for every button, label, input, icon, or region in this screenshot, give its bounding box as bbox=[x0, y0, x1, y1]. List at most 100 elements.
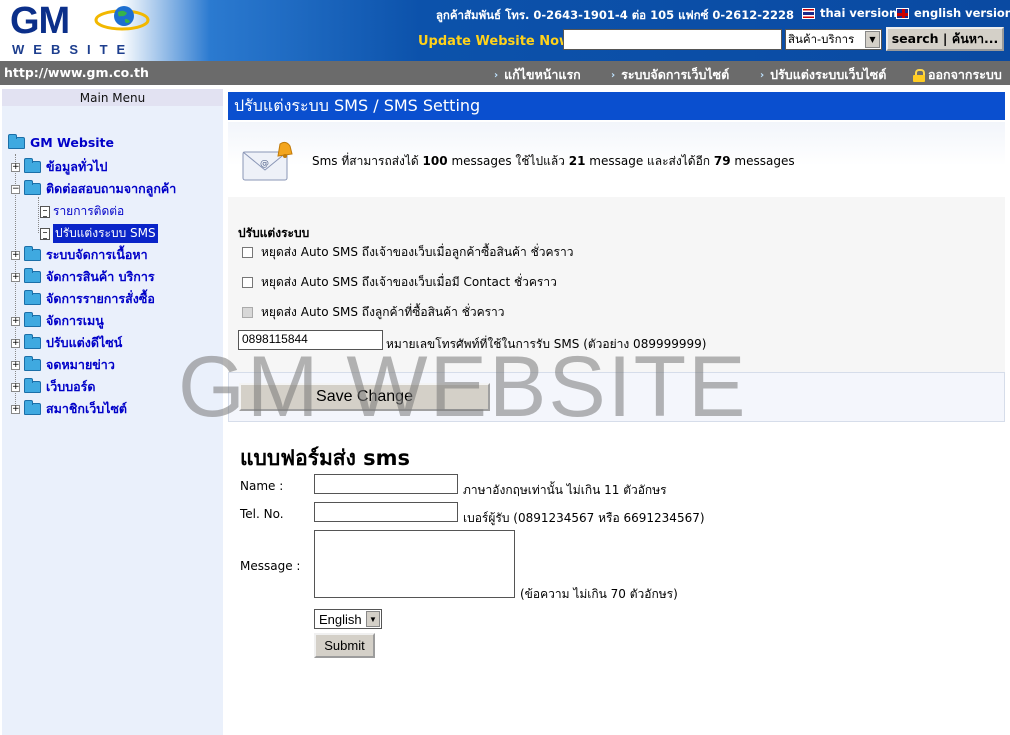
chevron-down-icon: ▼ bbox=[366, 611, 380, 627]
page-icon bbox=[40, 227, 50, 240]
nav-link-label: ระบบจัดการเว็บไซต์ bbox=[621, 67, 730, 82]
sidebar-item-sms-settings[interactable]: ปรับแต่งระบบ SMS bbox=[40, 224, 158, 243]
sidebar-item-content-management[interactable]: + ระบบจัดการเนื้อหา bbox=[11, 245, 148, 265]
message-label: Message : bbox=[240, 559, 301, 573]
logo-subtext: WEBSITE bbox=[12, 42, 135, 57]
checkbox[interactable] bbox=[242, 277, 253, 288]
save-change-button[interactable]: Save Change bbox=[239, 383, 490, 411]
update-website-label: Update Website Now! bbox=[418, 34, 577, 49]
tree-item-label: ระบบจัดการเนื้อหา bbox=[46, 247, 148, 262]
tree-item-label: GM Website bbox=[30, 135, 114, 150]
globe-icon bbox=[94, 6, 150, 31]
folder-icon bbox=[24, 378, 41, 393]
category-select[interactable]: สินค้า-บริการ ▼ bbox=[785, 29, 882, 50]
language-select[interactable]: English ▼ bbox=[314, 609, 382, 629]
folder-open-icon bbox=[24, 180, 41, 195]
expand-icon[interactable]: + bbox=[11, 272, 20, 282]
site-header: GM WEBSITE ลูกค้าสัมพันธ์ โทร. 0-2643-19… bbox=[0, 0, 1010, 61]
option-stop-sms-customer: หยุดส่ง Auto SMS ถึงลูกค้าที่ซื้อสินค้า … bbox=[242, 303, 505, 322]
gm-logo[interactable]: GM WEBSITE bbox=[6, 0, 166, 60]
sidebar-item-menus[interactable]: + จัดการเมนู bbox=[11, 311, 104, 331]
site-url[interactable]: http://www.gm.co.th bbox=[4, 65, 149, 80]
thai-version-link[interactable]: thai version bbox=[802, 6, 897, 20]
language-selected-value: English bbox=[319, 611, 362, 627]
sidebar-item-design[interactable]: + ปรับแต่งดีไซน์ bbox=[11, 333, 122, 353]
option-stop-sms-owner-purchase: หยุดส่ง Auto SMS ถึงเจ้าของเว็บเมื่อลูกค… bbox=[242, 243, 573, 262]
sidebar-item-contact-list[interactable]: รายการติดต่อ bbox=[40, 202, 124, 221]
sidebar-item-newsletter[interactable]: + จดหมายข่าว bbox=[11, 355, 115, 375]
expand-icon[interactable]: + bbox=[11, 360, 20, 370]
folder-icon bbox=[24, 356, 41, 371]
nav-link-label: ออกจากระบบ bbox=[928, 67, 1002, 82]
folder-icon bbox=[24, 400, 41, 415]
chevron-down-icon: ▼ bbox=[865, 31, 880, 48]
nav-link-edit-home[interactable]: › แก้ไขหน้าแรก bbox=[494, 65, 581, 85]
sms-quota-text: Sms ที่สามารถส่งได้ 100 messages ใช้ไปแล… bbox=[312, 154, 795, 168]
folder-icon bbox=[24, 334, 41, 349]
tree-item-label: ปรับแต่งดีไซน์ bbox=[46, 335, 123, 350]
tel-input[interactable] bbox=[314, 502, 458, 522]
folder-open-icon bbox=[8, 133, 25, 149]
thai-flag-icon bbox=[802, 7, 815, 19]
sms-remaining-count: 79 bbox=[713, 154, 731, 168]
expand-icon[interactable]: + bbox=[11, 382, 20, 392]
sidebar: Main Menu GM Website + ข้อมูลทั่วไป − ติ… bbox=[2, 89, 223, 735]
tree-item-label: เว็บบอร์ด bbox=[46, 379, 96, 394]
category-selected-value: สินค้า-บริการ bbox=[788, 31, 855, 46]
message-textarea[interactable] bbox=[314, 530, 515, 598]
checkbox[interactable] bbox=[242, 247, 253, 258]
expand-icon[interactable]: + bbox=[11, 162, 20, 172]
collapse-icon[interactable]: − bbox=[11, 184, 20, 194]
top-nav-bar: http://www.gm.co.th › แก้ไขหน้าแรก › ระบ… bbox=[0, 61, 1010, 85]
logo-text: GM bbox=[10, 0, 70, 42]
tree-item-label: สมาชิกเว็บไซต์ bbox=[46, 401, 128, 416]
arrow-right-icon: › bbox=[760, 69, 765, 81]
expand-icon[interactable]: + bbox=[11, 316, 20, 326]
folder-icon bbox=[24, 158, 41, 173]
tree-item-label: จัดการรายการสั่งซื้อ bbox=[46, 291, 155, 306]
sms-used-count: 21 bbox=[568, 154, 586, 168]
expand-icon[interactable]: + bbox=[11, 250, 20, 260]
search-button[interactable]: search | ค้นหา... bbox=[886, 27, 1004, 51]
expand-icon[interactable]: + bbox=[11, 338, 20, 348]
sidebar-item-general-info[interactable]: + ข้อมูลทั่วไป bbox=[11, 157, 107, 177]
phone-number-hint: หมายเลขโทรศัพท์ที่ใช้ในการรับ SMS (ตัวอย… bbox=[386, 337, 707, 351]
lock-icon bbox=[913, 68, 925, 82]
search-input[interactable] bbox=[563, 29, 782, 50]
page-title: ปรับแต่งระบบ SMS / SMS Setting bbox=[228, 92, 1005, 120]
folder-icon bbox=[24, 268, 41, 283]
sidebar-item-members[interactable]: + สมาชิกเว็บไซต์ bbox=[11, 399, 127, 419]
tree-root-gm-website[interactable]: GM Website bbox=[8, 133, 114, 150]
sms-form-title: แบบฟอร์มส่ง sms bbox=[240, 446, 411, 470]
name-input[interactable] bbox=[314, 474, 458, 494]
name-label: Name : bbox=[240, 479, 284, 493]
tree-item-label: ข้อมูลทั่วไป bbox=[46, 159, 108, 174]
phone-number-input[interactable]: 0898115844 bbox=[238, 330, 383, 350]
nav-link-label: แก้ไขหน้าแรก bbox=[504, 67, 581, 82]
svg-text:@: @ bbox=[260, 159, 269, 169]
submit-button[interactable]: Submit bbox=[314, 633, 375, 658]
settings-heading: ปรับแต่งระบบ bbox=[238, 226, 310, 240]
tel-hint: เบอร์ผู้รับ (0891234567 หรือ 6691234567) bbox=[463, 511, 705, 525]
nav-link-logout[interactable]: ออกจากระบบ bbox=[913, 65, 1002, 85]
thai-version-label: thai version bbox=[820, 6, 898, 20]
checkbox-disabled bbox=[242, 307, 253, 318]
sidebar-item-orders[interactable]: จัดการรายการสั่งซื้อ bbox=[24, 289, 155, 309]
expand-icon[interactable]: + bbox=[11, 404, 20, 414]
sidebar-item-products-services[interactable]: + จัดการสินค้า บริการ bbox=[11, 267, 155, 287]
sidebar-item-webboard[interactable]: + เว็บบอร์ด bbox=[11, 377, 96, 397]
english-version-link[interactable]: english version bbox=[896, 6, 1010, 20]
sidebar-item-customer-contact[interactable]: − ติดต่อสอบถามจากลูกค้า bbox=[11, 179, 176, 199]
message-hint: (ข้อความ ไม่เกิน 70 ตัวอักษร) bbox=[520, 587, 678, 601]
page-icon bbox=[40, 205, 50, 218]
name-hint: ภาษาอังกฤษเท่านั้น ไม่เกิน 11 ตัวอักษร bbox=[463, 483, 667, 497]
nav-link-label: ปรับแต่งระบบเว็บไซต์ bbox=[770, 67, 887, 82]
tree-item-label: จัดการสินค้า บริการ bbox=[46, 269, 155, 284]
uk-flag-icon bbox=[896, 7, 909, 19]
option-stop-sms-owner-contact: หยุดส่ง Auto SMS ถึงเจ้าของเว็บเมื่อมี C… bbox=[242, 273, 557, 292]
nav-link-site-management[interactable]: › ระบบจัดการเว็บไซต์ bbox=[611, 65, 729, 85]
tree-item-label: ปรับแต่งระบบ SMS bbox=[53, 224, 158, 243]
tree-item-label: จัดการเมนู bbox=[46, 313, 104, 328]
folder-icon bbox=[24, 246, 41, 261]
nav-link-site-settings[interactable]: › ปรับแต่งระบบเว็บไซต์ bbox=[760, 65, 886, 85]
